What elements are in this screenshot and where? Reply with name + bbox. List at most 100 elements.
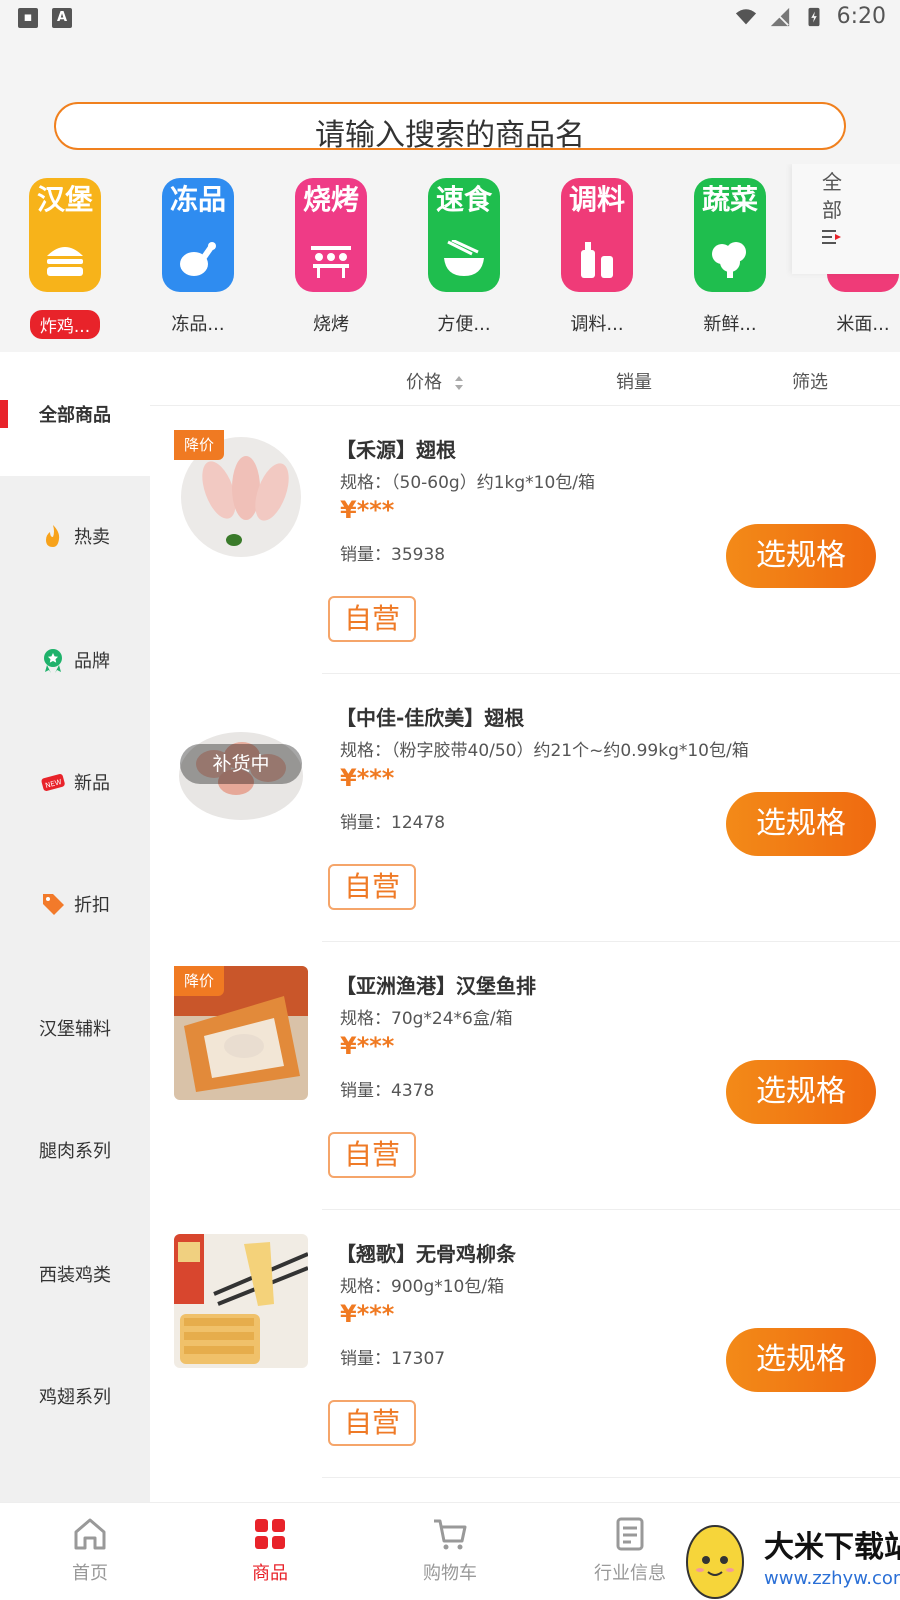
category-tile: 汉堡 [29,178,101,292]
all-categories-button[interactable]: 全 部 [792,164,900,274]
product-price: ¥*** [340,1032,395,1060]
sidebar-item-wings[interactable]: 鸡翅系列 [0,1334,150,1458]
font-notification-icon: A [52,8,72,28]
sidebar-item-label: 西装鸡类 [39,1265,111,1286]
watermark-url: www.zzhyw.com [764,1568,900,1589]
sidebar-item-label: 热卖 [74,527,110,548]
battery-icon [808,7,820,26]
product-sales: 销量：35938 [340,545,446,565]
sidebar-item-whole-chicken[interactable]: 西装鸡类 [0,1212,150,1336]
product-image [174,1234,308,1368]
category-label: 方便... [437,314,491,335]
grid-icon [255,1519,285,1549]
product-sales: 销量：17307 [340,1349,446,1369]
watermark: 大米下载站 www.zzhyw.com [680,1512,900,1600]
noodle-bowl-icon [444,240,484,276]
price-drop-badge: 降价 [174,430,224,460]
product-spec: 规格：（50-60g）约1kg*10包/箱 [340,473,595,493]
product-price: ¥*** [340,764,395,792]
product-spec: 规格：900g*10包/箱 [340,1277,505,1297]
category-label: 冻品... [171,314,225,335]
category-label: 新鲜... [703,314,757,335]
category-sidebar: 全部商品 热卖 品牌 NEW 新品 折扣 汉堡辅料 腿肉系列 西装鸡类 鸡翅系列 [0,352,150,1502]
product-name: 【中佳-佳欣美】翅根 [336,706,525,730]
nav-home[interactable]: 首页 [30,1515,150,1585]
product-name: 【翘歌】无骨鸡柳条 [336,1242,516,1266]
choose-spec-button[interactable]: 选规格 [726,792,876,856]
watermark-title: 大米下载站 [764,1530,900,1565]
sidebar-item-new[interactable]: NEW 新品 [0,720,150,844]
sidebar-item-label: 腿肉系列 [39,1141,111,1162]
fire-icon [46,525,60,547]
new-badge-icon: NEW [41,774,65,791]
category-label: 调料... [570,314,624,335]
nav-cart[interactable]: 购物车 [390,1515,510,1585]
category-seasoning[interactable]: 调料 调料... [542,178,652,336]
product-sales: 销量：4378 [340,1081,435,1101]
search-input[interactable] [56,104,844,148]
sort-bar: 价格 销量 筛选 [150,352,900,406]
clock: 6:20 [836,4,886,29]
news-icon [616,1517,644,1551]
category-strip: 汉堡 炸鸡... 冻品 冻品... 烧烤 烧烤 速食 方便... 调料 调料..… [0,164,900,352]
restock-overlay: 补货中 [180,744,302,784]
sidebar-item-label: 品牌 [74,651,110,672]
category-burger[interactable]: 汉堡 炸鸡... [10,178,120,339]
product-spec: 规格：70g*24*6盒/箱 [340,1009,513,1029]
home-icon [74,1518,106,1550]
sidebar-item-all[interactable]: 全部商品 [0,352,150,476]
drumstick-icon [180,242,216,276]
search-area [0,88,900,164]
product-card[interactable]: 【翘歌】无骨鸡柳条 规格：900g*10包/箱 ¥*** 销量：17307 选规… [150,1210,900,1478]
sidebar-item-label: 折扣 [74,895,110,916]
sort-price[interactable]: 价格 [406,368,464,394]
sauce-bottle-icon [581,242,613,278]
sidebar-item-label: 全部商品 [39,405,111,426]
grill-icon [311,246,351,278]
status-bar: ▪ A 6:20 [0,0,900,88]
no-signal-icon [770,7,789,26]
choose-spec-button[interactable]: 选规格 [726,524,876,588]
category-tile: 蔬菜 [694,178,766,292]
search-box[interactable] [54,102,846,150]
award-icon [44,649,62,673]
category-instant[interactable]: 速食 方便... [409,178,519,336]
gallery-notification-icon: ▪ [18,8,38,28]
nav-industry-news[interactable]: 行业信息 [570,1515,690,1585]
sidebar-item-burger-supplies[interactable]: 汉堡辅料 [0,966,150,1090]
broccoli-icon [712,242,746,278]
choose-spec-button[interactable]: 选规格 [726,1328,876,1392]
category-tile: 冻品 [162,178,234,292]
sidebar-item-brand[interactable]: 品牌 [0,598,150,722]
product-price: ¥*** [340,496,395,524]
sort-arrows-icon [454,376,463,390]
sidebar-item-discount[interactable]: 折扣 [0,842,150,966]
filter-button[interactable]: 筛选 [792,368,828,394]
category-frozen[interactable]: 冻品 冻品... [143,178,253,336]
self-operated-tag: 自营 [328,1132,416,1178]
nav-products[interactable]: 商品 [210,1515,330,1585]
category-vegetable[interactable]: 蔬菜 新鲜... [675,178,785,336]
product-card[interactable]: 降价 【亚洲渔港】汉堡鱼排 规格：70g*24*6盒/箱 ¥*** 销量：437… [150,942,900,1210]
category-tile: 调料 [561,178,633,292]
category-label: 烧烤 [313,314,349,335]
price-drop-badge: 降价 [174,966,224,996]
sidebar-item-label: 鸡翅系列 [39,1387,111,1408]
cart-icon [434,1519,467,1550]
sort-sales[interactable]: 销量 [616,368,652,394]
product-card[interactable]: 降价 【禾源】翅根 规格：（50-60g）约1kg*10包/箱 ¥*** 销量：… [150,406,900,674]
product-list-panel: 价格 销量 筛选 降价 【禾源】翅根 规格：（50-60g）约1kg*10包/箱… [150,352,900,1502]
sidebar-item-leg-meat[interactable]: 腿肉系列 [0,1088,150,1212]
divider [322,1477,900,1478]
choose-spec-button[interactable]: 选规格 [726,1060,876,1124]
sidebar-item-hot[interactable]: 热卖 [0,474,150,598]
expand-menu-icon [822,230,841,244]
self-operated-tag: 自营 [328,864,416,910]
product-card[interactable]: 补货中 【中佳-佳欣美】翅根 规格：（粉字胶带40/50）约21个~约0.99k… [150,674,900,942]
sidebar-item-label: 汉堡辅料 [39,1019,111,1040]
category-bbq[interactable]: 烧烤 烧烤 [276,178,386,336]
category-label: 炸鸡... [29,310,101,339]
product-price: ¥*** [340,1300,395,1328]
category-tile: 速食 [428,178,500,292]
product-spec: 规格：（粉字胶带40/50）约21个~约0.99kg*10包/箱 [340,741,749,761]
